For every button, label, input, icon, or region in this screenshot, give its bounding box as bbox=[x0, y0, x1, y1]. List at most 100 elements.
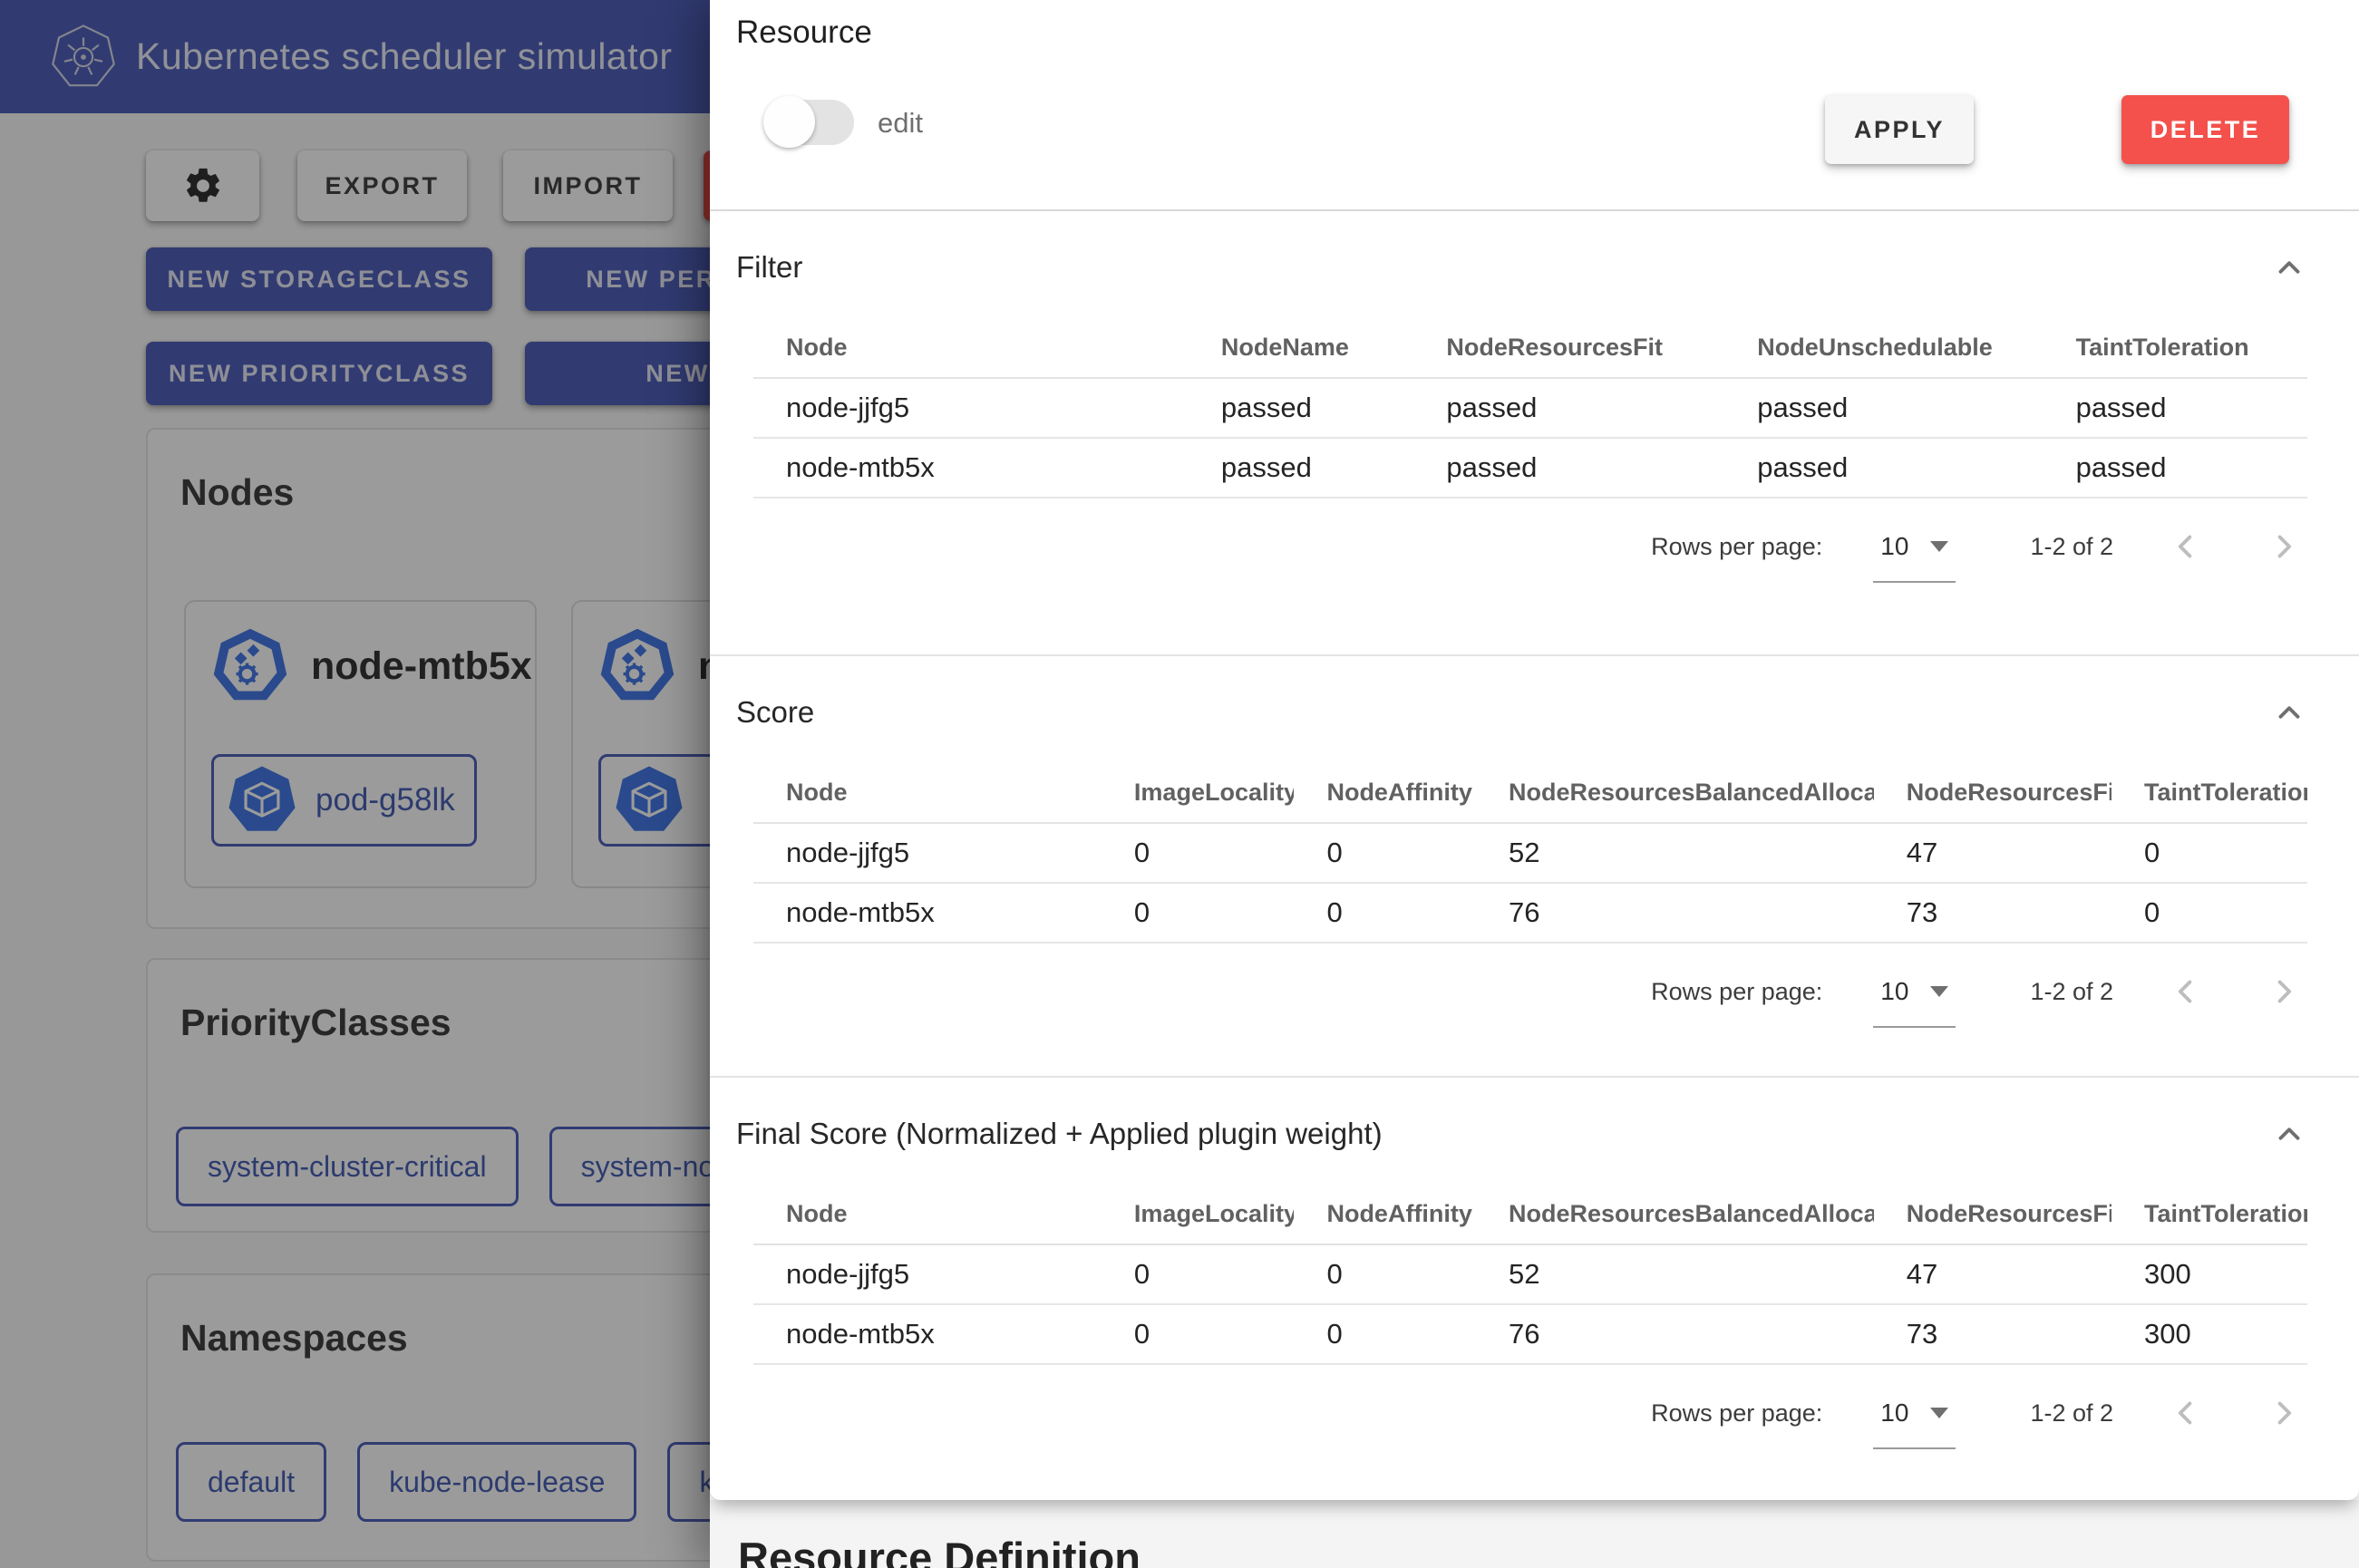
table-cell: 300 bbox=[2111, 1244, 2307, 1304]
results-table: NodeNodeNameNodeResourcesFitNodeUnschedu… bbox=[753, 318, 2307, 498]
collapse-section-button[interactable] bbox=[2269, 692, 2309, 732]
table-row: node-jjfg5005247300 bbox=[753, 1244, 2307, 1304]
plugin-section: Filter NodeNodeNameNodeResourcesFitNodeU… bbox=[710, 211, 2359, 654]
table-cell: node-jjfg5 bbox=[753, 823, 1102, 883]
rows-per-page-select[interactable]: 10 bbox=[1873, 977, 1956, 1006]
table-cell: passed bbox=[1724, 438, 2043, 498]
plugin-section: Final Score (Normalized + Applied plugin… bbox=[710, 1076, 2359, 1500]
table-cell: node-mtb5x bbox=[753, 438, 1189, 498]
table-cell: 0 bbox=[1102, 883, 1295, 943]
chevron-right-icon bbox=[2265, 1394, 2303, 1432]
column-header: NodeAffinity bbox=[1294, 1185, 1476, 1244]
rows-per-page-value: 10 bbox=[1880, 1399, 1908, 1428]
table-row: node-mtb5x007673300 bbox=[753, 1304, 2307, 1364]
table-cell: 0 bbox=[1102, 1304, 1295, 1364]
table-cell: 0 bbox=[1102, 823, 1295, 883]
table-cell: node-jjfg5 bbox=[753, 378, 1189, 438]
edit-toggle[interactable] bbox=[766, 100, 854, 145]
table-cell: passed bbox=[1413, 378, 1724, 438]
table-cell: passed bbox=[2043, 378, 2307, 438]
table-cell: 0 bbox=[1294, 823, 1476, 883]
table-cell: node-mtb5x bbox=[753, 883, 1102, 943]
collapse-section-button[interactable] bbox=[2269, 1114, 2309, 1154]
chevron-left-icon bbox=[2167, 1394, 2205, 1432]
chevron-right-icon bbox=[2265, 528, 2303, 566]
chevron-up-icon bbox=[2272, 695, 2306, 730]
column-header: TaintToleration bbox=[2111, 1185, 2307, 1244]
table-row: node-mtb5x0076730 bbox=[753, 883, 2307, 943]
results-table: NodeImageLocalityNodeAffinity NodeResourc… bbox=[753, 763, 2307, 944]
column-header: Node bbox=[753, 1185, 1102, 1244]
table-pagination: Rows per page: 10 1-2 of 2 bbox=[736, 962, 2309, 1021]
table-cell: node-jjfg5 bbox=[753, 1244, 1102, 1304]
next-page-button[interactable] bbox=[2258, 966, 2309, 1017]
previous-page-button[interactable] bbox=[2160, 966, 2211, 1017]
previous-page-button[interactable] bbox=[2160, 521, 2211, 572]
rows-per-page-label: Rows per page: bbox=[1651, 978, 1822, 1006]
table-cell: 73 bbox=[1874, 883, 2111, 943]
delete-button[interactable]: DELETE bbox=[2121, 95, 2289, 164]
page-range-label: 1-2 of 2 bbox=[2030, 533, 2113, 561]
chevron-up-icon bbox=[2272, 1117, 2306, 1151]
page-range-label: 1-2 of 2 bbox=[2030, 978, 2113, 1006]
table-cell: passed bbox=[2043, 438, 2307, 498]
table-cell: 76 bbox=[1476, 883, 1874, 943]
scheduler-results-card: Filter NodeNodeNameNodeResourcesFitNodeU… bbox=[710, 211, 2359, 1500]
next-page-button[interactable] bbox=[2258, 1388, 2309, 1438]
table-header-row: NodeImageLocalityNodeAffinity NodeResourc… bbox=[753, 763, 2307, 823]
table-row: node-jjfg5passedpassedpassedpassed bbox=[753, 378, 2307, 438]
resource-drawer: Resource edit APPLY DELETE Filter NodeNo… bbox=[710, 0, 2359, 1568]
table-cell: node-mtb5x bbox=[753, 1304, 1102, 1364]
column-header: NodeResourcesBalancedAllocation bbox=[1476, 1185, 1874, 1244]
table-cell: 47 bbox=[1874, 1244, 2111, 1304]
rows-per-page-label: Rows per page: bbox=[1651, 533, 1822, 561]
drawer-lower-area: Resource Definition bbox=[710, 1500, 2359, 1568]
column-header: TaintToleration bbox=[2111, 763, 2307, 823]
plugin-section: Score NodeImageLocalityNodeAffinity NodeR… bbox=[710, 654, 2359, 1076]
section-title: Score bbox=[736, 695, 814, 730]
column-header: NodeName bbox=[1189, 318, 1414, 378]
table-cell: 300 bbox=[2111, 1304, 2307, 1364]
edit-toggle-label: edit bbox=[878, 107, 923, 140]
table-cell: 73 bbox=[1874, 1304, 2111, 1364]
table-cell: passed bbox=[1413, 438, 1724, 498]
rows-per-page-select[interactable]: 10 bbox=[1873, 532, 1956, 561]
table-cell: 52 bbox=[1476, 823, 1874, 883]
column-header: NodeResourcesFit bbox=[1874, 763, 2111, 823]
chevron-left-icon bbox=[2167, 528, 2205, 566]
chevron-up-icon bbox=[2272, 250, 2306, 285]
next-page-button[interactable] bbox=[2258, 521, 2309, 572]
rows-per-page-select[interactable]: 10 bbox=[1873, 1399, 1956, 1428]
column-header: ImageLocality bbox=[1102, 1185, 1295, 1244]
apply-button[interactable]: APPLY bbox=[1825, 95, 1974, 164]
table-cell: 0 bbox=[2111, 883, 2307, 943]
caret-down-icon bbox=[1930, 1408, 1948, 1418]
table-cell: passed bbox=[1189, 378, 1414, 438]
resource-definition-title: Resource Definition bbox=[738, 1533, 2359, 1568]
table-header-row: NodeImageLocalityNodeAffinityNodeResourc… bbox=[753, 1185, 2307, 1244]
table-cell: 0 bbox=[1294, 1244, 1476, 1304]
table-cell: 0 bbox=[1294, 883, 1476, 943]
column-header: TaintToleration bbox=[2043, 318, 2307, 378]
collapse-section-button[interactable] bbox=[2269, 247, 2309, 287]
caret-down-icon bbox=[1930, 986, 1948, 997]
column-header: Node bbox=[753, 318, 1189, 378]
rows-per-page-value: 10 bbox=[1880, 977, 1908, 1006]
table-cell: 52 bbox=[1476, 1244, 1874, 1304]
column-header: ImageLocality bbox=[1102, 763, 1295, 823]
rows-per-page-label: Rows per page: bbox=[1651, 1399, 1822, 1428]
section-title: Final Score (Normalized + Applied plugin… bbox=[736, 1117, 1383, 1151]
table-row: node-mtb5xpassedpassedpassedpassed bbox=[753, 438, 2307, 498]
table-header-row: NodeNodeNameNodeResourcesFitNodeUnschedu… bbox=[753, 318, 2307, 378]
column-header: Node bbox=[753, 763, 1102, 823]
chevron-left-icon bbox=[2167, 973, 2205, 1011]
page-range-label: 1-2 of 2 bbox=[2030, 1399, 2113, 1428]
drawer-header: Resource edit APPLY DELETE bbox=[710, 0, 2359, 211]
rows-per-page-value: 10 bbox=[1880, 532, 1908, 561]
column-header: NodeAffinity bbox=[1294, 763, 1476, 823]
drawer-title: Resource bbox=[736, 15, 872, 51]
table-cell: passed bbox=[1724, 378, 2043, 438]
previous-page-button[interactable] bbox=[2160, 1388, 2211, 1438]
column-header: NodeResourcesFit bbox=[1874, 1185, 2111, 1244]
section-title: Filter bbox=[736, 250, 802, 285]
